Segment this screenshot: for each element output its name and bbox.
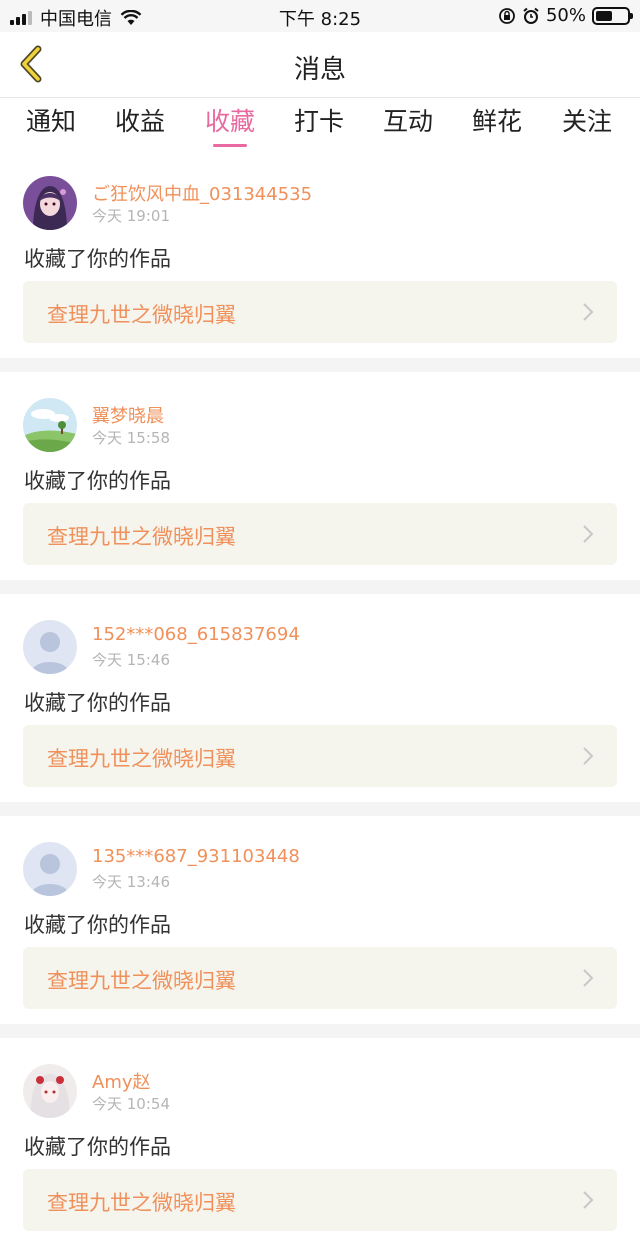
status-bar: 中国电信 下午 8:25 50% [0, 0, 640, 32]
tab-notification[interactable]: 通知 [16, 102, 86, 138]
work-link-card[interactable]: 查理九世之微晓归翼 [23, 503, 617, 565]
divider [0, 358, 640, 372]
tab-bar: 通知 收益 收藏 打卡 互动 鲜花 关注 [0, 98, 640, 148]
message-time: 今天 10:54 [92, 1095, 170, 1113]
default-user-avatar-icon [23, 620, 77, 674]
battery-icon [592, 6, 633, 25]
user-name[interactable]: 152***068_615837694 [92, 624, 300, 645]
work-title: 查理九世之微晓归翼 [47, 1191, 236, 1215]
landscape-avatar-icon [23, 398, 77, 452]
page-title: 消息 [293, 55, 346, 85]
tab-label: 打卡 [293, 107, 344, 136]
avatar[interactable] [23, 620, 77, 674]
message-time: 今天 15:46 [92, 651, 170, 669]
work-title: 查理九世之微晓归翼 [47, 303, 236, 327]
work-title: 查理九世之微晓归翼 [47, 525, 236, 549]
message-time: 今天 13:46 [92, 873, 170, 891]
action-text: 收藏了你的作品 [24, 691, 171, 715]
active-tab-indicator [213, 144, 247, 147]
tab-flowers[interactable]: 鲜花 [462, 102, 532, 138]
chevron-right-icon [583, 1191, 594, 1209]
avatar[interactable] [23, 1064, 77, 1118]
avatar[interactable] [23, 176, 77, 230]
chevron-right-icon [583, 303, 594, 321]
user-name[interactable]: 翼梦晓晨 [92, 402, 164, 428]
tab-label: 互动 [382, 107, 433, 136]
list-item: 152***068_615837694 今天 15:46 收藏了你的作品 查理九… [0, 594, 640, 802]
tab-earnings[interactable]: 收益 [105, 102, 175, 138]
chevron-right-icon [583, 525, 594, 543]
nav-bar: 消息 [0, 32, 640, 98]
message-time: 今天 19:01 [92, 207, 170, 225]
white-hair-girl-avatar-icon [23, 1064, 77, 1118]
tab-label: 通知 [25, 107, 76, 136]
tab-interaction[interactable]: 互动 [373, 102, 443, 138]
action-text: 收藏了你的作品 [24, 1135, 171, 1159]
chevron-right-icon [583, 969, 594, 987]
action-text: 收藏了你的作品 [24, 913, 171, 937]
work-title: 查理九世之微晓归翼 [47, 747, 236, 771]
action-text: 收藏了你的作品 [24, 469, 171, 493]
message-list: ご狂饮风中血_031344535 今天 19:01 收藏了你的作品 查理九世之微… [0, 150, 640, 1246]
work-link-card[interactable]: 查理九世之微晓归翼 [23, 947, 617, 1009]
work-link-card[interactable]: 查理九世之微晓归翼 [23, 1169, 617, 1231]
divider [0, 1024, 640, 1038]
divider [0, 580, 640, 594]
action-text: 收藏了你的作品 [24, 247, 171, 271]
work-link-card[interactable]: 查理九世之微晓归翼 [23, 281, 617, 343]
alarm-icon [523, 7, 539, 24]
chevron-right-icon [583, 747, 594, 765]
default-user-avatar-icon [23, 842, 77, 896]
tab-label: 收藏 [204, 107, 255, 136]
orientation-lock-icon [499, 7, 515, 24]
message-time: 今天 15:58 [92, 429, 170, 447]
tab-favorites[interactable]: 收藏 [195, 102, 265, 147]
divider [0, 802, 640, 816]
list-item: Amy赵 今天 10:54 收藏了你的作品 查理九世之微晓归翼 [0, 1038, 640, 1246]
work-link-card[interactable]: 查理九世之微晓归翼 [23, 725, 617, 787]
avatar[interactable] [23, 398, 77, 452]
list-item: 135***687_931103448 今天 13:46 收藏了你的作品 查理九… [0, 816, 640, 1024]
user-name[interactable]: Amy赵 [92, 1068, 151, 1094]
list-item: 翼梦晓晨 今天 15:58 收藏了你的作品 查理九世之微晓归翼 [0, 372, 640, 580]
avatar[interactable] [23, 842, 77, 896]
anime-girl-avatar-icon [23, 176, 77, 230]
user-name[interactable]: 135***687_931103448 [92, 846, 300, 867]
battery-percent: 50% [545, 5, 586, 26]
tab-follow[interactable]: 关注 [552, 102, 622, 138]
user-name[interactable]: ご狂饮风中血_031344535 [92, 180, 312, 206]
work-title: 查理九世之微晓归翼 [47, 969, 236, 993]
tab-label: 关注 [561, 107, 612, 136]
list-item: ご狂饮风中血_031344535 今天 19:01 收藏了你的作品 查理九世之微… [0, 150, 640, 358]
tab-label: 鲜花 [471, 107, 522, 136]
tab-checkin[interactable]: 打卡 [284, 102, 354, 138]
status-right: 50% [492, 5, 633, 26]
tab-label: 收益 [114, 107, 165, 136]
